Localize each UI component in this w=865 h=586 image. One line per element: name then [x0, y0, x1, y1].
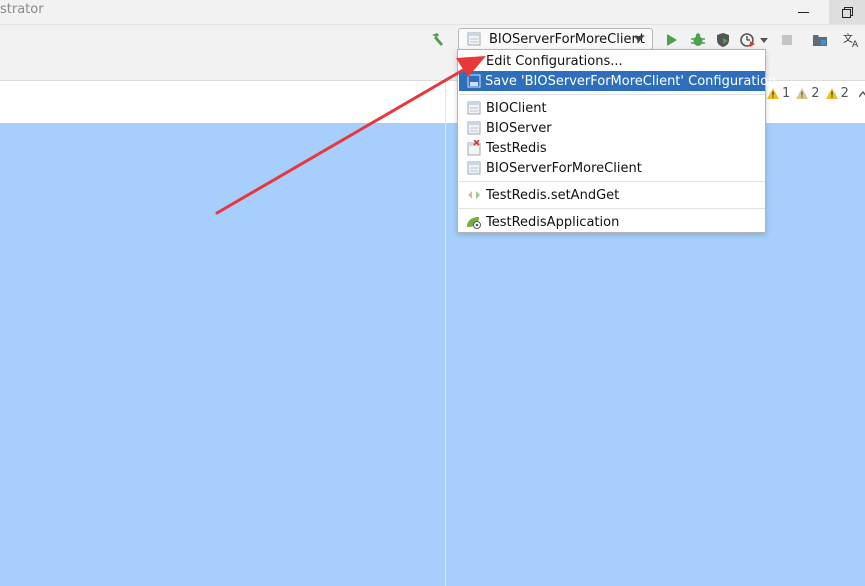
run-configuration-label: BIOServerForMoreClient	[489, 31, 645, 47]
debug-button[interactable]	[688, 30, 708, 50]
warning-icon	[767, 88, 779, 99]
application-config-icon	[466, 120, 482, 136]
chevron-up-icon	[858, 90, 865, 97]
coverage-icon	[717, 33, 729, 47]
stop-icon	[782, 35, 792, 45]
window-title: strator	[0, 2, 44, 17]
run-button[interactable]	[662, 30, 682, 50]
warning-count-3: 2	[825, 86, 849, 101]
debug-icon	[691, 33, 705, 46]
spring-boot-icon	[466, 214, 482, 230]
build-button[interactable]	[427, 30, 447, 50]
warning-icon	[825, 88, 838, 99]
junit-test-icon	[466, 187, 482, 203]
profile-dropdown-button[interactable]	[758, 30, 770, 50]
weak-warning-icon	[796, 88, 809, 99]
translate-icon: 文 A	[843, 32, 859, 48]
run-with-coverage-button[interactable]	[713, 30, 733, 50]
menu-item-save-configuration[interactable]: Save 'BIOServerForMoreClient' Configurat…	[459, 71, 776, 91]
menu-item-bioserverformoreclient[interactable]: BIOServerForMoreClient	[458, 158, 765, 178]
run-configuration-selector[interactable]: BIOServerForMoreClient	[458, 28, 653, 50]
chevron-down-icon	[634, 36, 644, 42]
minimize-icon	[797, 11, 809, 13]
chevron-down-icon	[760, 37, 768, 43]
menu-item-bioserver[interactable]: BIOServer	[458, 118, 765, 138]
menu-separator	[459, 181, 765, 182]
svg-text:A: A	[852, 40, 859, 48]
project-structure-icon	[813, 35, 827, 46]
menu-separator	[459, 94, 765, 95]
translate-button[interactable]: 文 A	[842, 30, 862, 50]
project-structure-button[interactable]	[810, 30, 830, 50]
minimize-button[interactable]	[785, 0, 821, 24]
profile-icon	[740, 33, 755, 47]
inspection-widget[interactable]: 1 2 2	[767, 86, 865, 101]
menu-item-testredis-setandget[interactable]: TestRedis.setAndGet	[458, 185, 765, 205]
application-config-icon	[466, 100, 482, 116]
run-icon	[667, 34, 677, 46]
application-config-icon	[466, 160, 482, 176]
menu-item-edit-configurations[interactable]: Edit Configurations...	[458, 51, 765, 71]
menu-item-bioclient[interactable]: BIOClient	[458, 98, 765, 118]
application-config-icon	[467, 32, 481, 46]
restore-button[interactable]	[829, 0, 865, 24]
right-margin-line	[445, 81, 446, 586]
title-bar: strator	[0, 0, 865, 24]
hammer-icon	[432, 33, 443, 46]
stop-button[interactable]	[777, 30, 797, 50]
warning-count-2: 2	[796, 86, 820, 101]
invalid-config-icon	[466, 140, 482, 156]
save-config-icon	[467, 73, 481, 89]
menu-item-testredis[interactable]: TestRedis	[458, 138, 765, 158]
profile-button[interactable]	[738, 30, 758, 50]
run-configurations-popup: Edit Configurations... Save 'BIOServerFo…	[457, 49, 776, 233]
menu-separator	[459, 208, 765, 209]
restore-icon	[841, 6, 853, 18]
menu-item-testredisapplication[interactable]: TestRedisApplication	[458, 212, 765, 232]
